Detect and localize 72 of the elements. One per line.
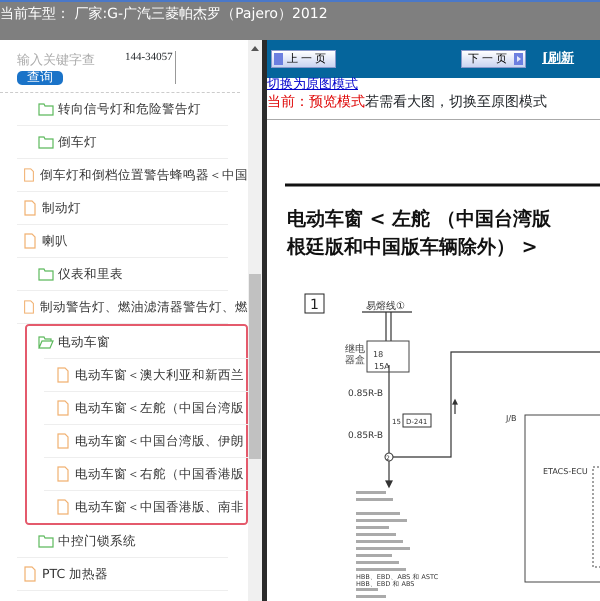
tree-item[interactable]: 电动车窗＜中国台湾版、伊朗 — [27, 425, 246, 457]
item-label: 倒车灯和倒档位置警告蜂鸣器＜中国 — [40, 166, 248, 184]
item-label: 电动车窗＜右舵（中国香港版 — [75, 464, 244, 483]
item-label: 转向信号灯和危险警告灯 — [58, 100, 201, 118]
item-label: 电动车窗＜中国台湾版、伊朗 — [75, 432, 244, 450]
fusible-link-label: 易熔线① — [366, 301, 405, 312]
wire-label: 0.85R-B — [348, 389, 384, 399]
file-icon — [22, 167, 36, 183]
tree-item[interactable]: 电动车窗＜中国香港版、南非 — [27, 491, 246, 523]
file-icon — [55, 499, 71, 515]
relay-box-label: 继电 — [345, 344, 365, 355]
tree-item[interactable]: 中控门锁系统 — [0, 525, 248, 557]
item-label: 喇叭 — [42, 232, 68, 250]
item-label: 制动警告灯、燃油滤清器警告灯、燃 — [40, 298, 248, 316]
file-icon — [22, 233, 38, 249]
connector-frame — [402, 414, 432, 428]
tree-item[interactable]: 制动灯 — [0, 192, 248, 224]
file-icon — [55, 466, 71, 482]
scrollbar[interactable] — [248, 40, 262, 601]
item-label: 电动车窗＜中国香港版、南非 — [75, 498, 244, 516]
item-label: 电动车窗＜澳大利亚和新西兰 — [75, 366, 244, 384]
file-icon — [22, 200, 38, 216]
junction-block-label: J/B — [506, 414, 517, 423]
document-title-line: 电动车窗 < 左舵 （中国台湾版 — [287, 208, 551, 230]
junction-circle — [384, 452, 394, 462]
item-label: PTC 加热器 — [42, 564, 108, 583]
page-title: 当前车型： 厂家:G-广汽三菱帕杰罗（Pajero）2012 — [0, 0, 600, 40]
relay-box-frame — [366, 340, 410, 372]
code-text: 144-34057 — [125, 51, 176, 84]
item-label: 电动车窗 — [58, 332, 110, 351]
tree-item[interactable]: 仪表和里表 — [0, 258, 248, 290]
previous-page-button[interactable]: 上一页 — [271, 50, 336, 68]
tree-item[interactable]: 电动车窗＜右舵（中国香港版 — [27, 458, 246, 490]
right-arrow-icon — [514, 53, 523, 65]
item-label: 倒车灯 — [58, 132, 97, 151]
tree-item[interactable]: 电动车窗＜澳大利亚和新西兰 — [27, 359, 246, 391]
item-label: 仪表和里表 — [58, 264, 123, 283]
search-button[interactable]: 查询 — [17, 70, 63, 84]
next-page-button[interactable]: 下一页 — [461, 50, 526, 68]
tree-item[interactable]: 喇叭 — [0, 225, 248, 257]
fuse-number: 18 — [373, 350, 384, 359]
item-label: 中控门锁系统 — [58, 532, 136, 550]
file-icon — [22, 299, 36, 315]
up-arrow — [452, 398, 458, 414]
wire-label: 0.85R-B — [348, 431, 384, 441]
tree-item[interactable]: 转向信号灯和危险警告灯 — [0, 93, 248, 125]
file-icon — [55, 433, 71, 449]
search-field[interactable]: 输入关键字查 — [17, 51, 125, 70]
file-icon — [55, 400, 71, 416]
mode-status-text: 当前：预览模式若需看大图，切换至原图模式 — [267, 93, 548, 112]
tree-item[interactable]: 电动车窗＜左舵（中国台湾版 — [27, 392, 246, 424]
file-icon — [55, 367, 71, 383]
section-number: 1 — [310, 297, 319, 313]
item-label: 电动车窗＜左舵（中国台湾版 — [75, 398, 244, 417]
tree-item[interactable]: PTC 加热器 — [0, 558, 248, 590]
wire-line — [385, 311, 392, 342]
tree-item[interactable]: 倒车灯和倒档位置警告蜂鸣器＜中国 — [0, 159, 248, 191]
bus-line — [362, 311, 412, 313]
ecu-label: ETACS-ECU — [543, 467, 588, 476]
fuse-rating: 15A — [374, 362, 390, 371]
small-print-drawing — [356, 588, 386, 598]
down-arrow — [385, 461, 393, 488]
relay-box-label: 器盒 — [345, 355, 365, 366]
refresh-link[interactable]: [刷新 — [542, 49, 574, 69]
tree-item[interactable]: 倒车灯 — [0, 126, 248, 158]
item-label: 制动灯 — [42, 198, 81, 217]
tree-item[interactable]: 电动车窗 — [27, 326, 246, 358]
tree-item[interactable]: 制动警告灯、燃油滤清器警告灯、燃 — [0, 291, 248, 323]
file-icon — [22, 566, 38, 582]
section-frame — [304, 294, 324, 314]
mode-link[interactable]: 切换为原图模式 — [267, 78, 600, 92]
document-title-line: 根廷版和中国版车辆除外） > — [287, 236, 538, 258]
